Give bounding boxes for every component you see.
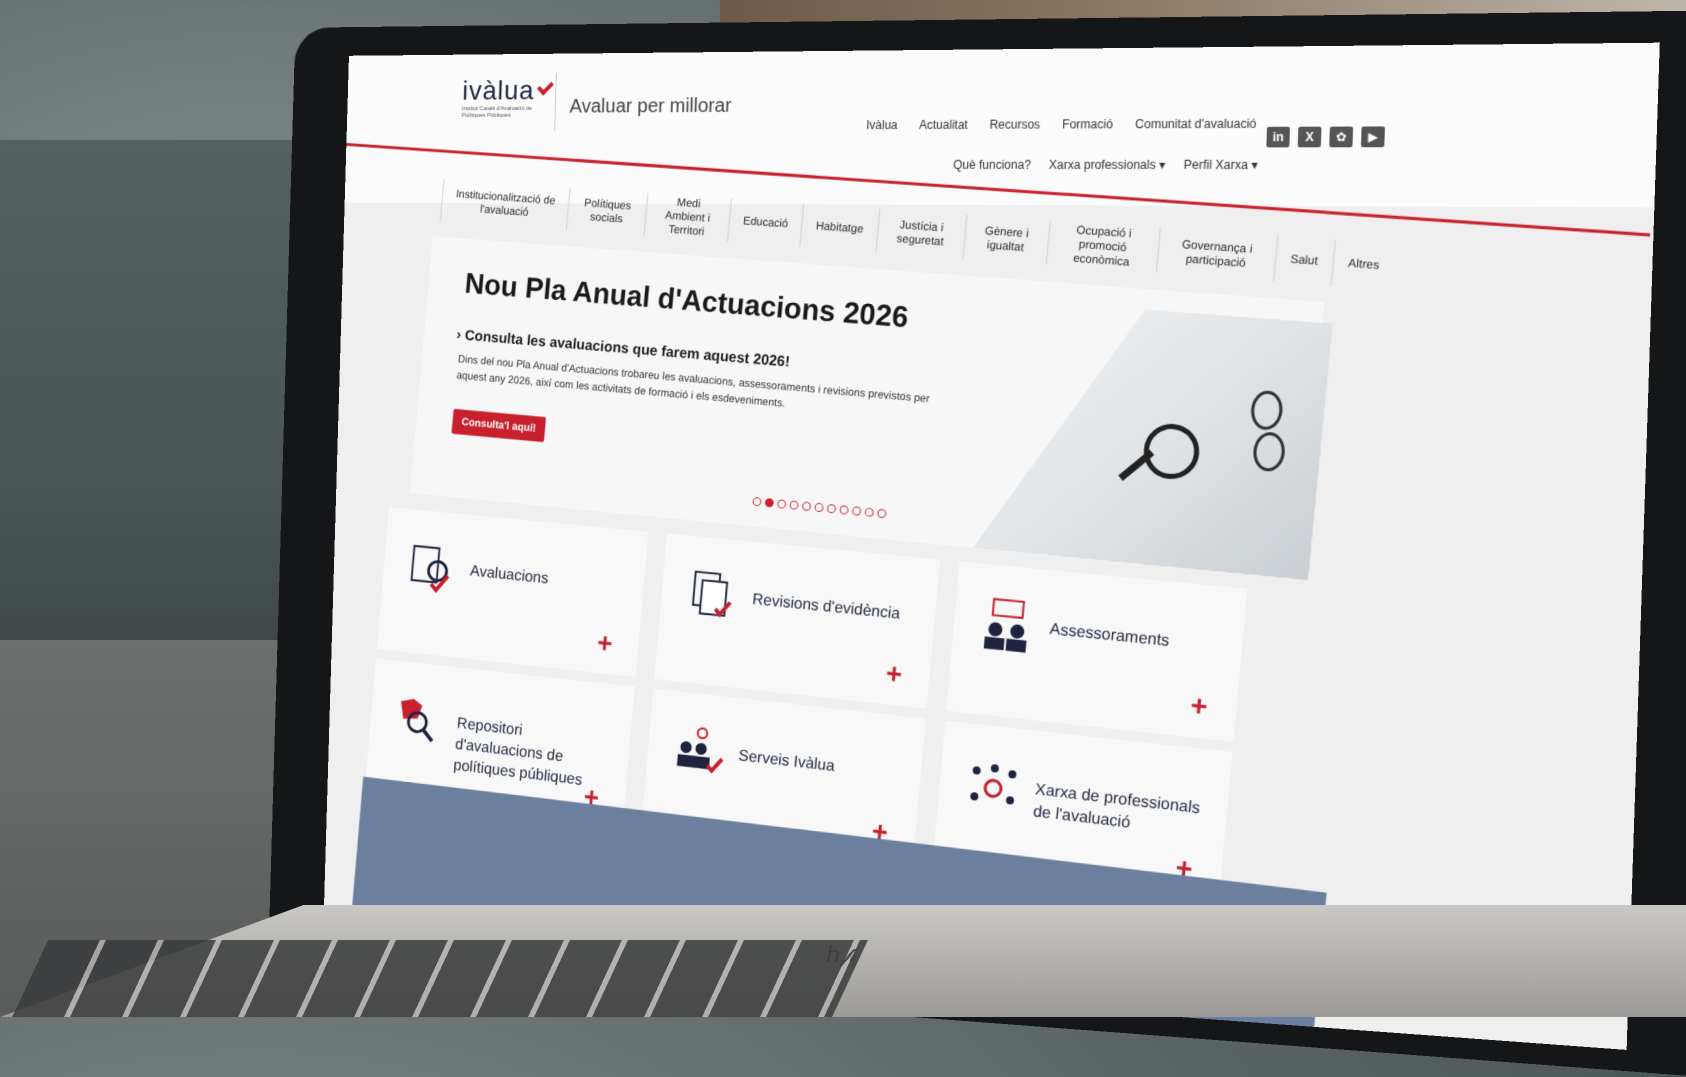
sub-nav: Què funciona? Xarxa professionals ▾ Perf… bbox=[953, 158, 1258, 172]
carousel-dot[interactable] bbox=[839, 505, 849, 515]
top-nav: Ivàlua Actualitat Recursos Formació Comu… bbox=[866, 117, 1257, 132]
x-icon[interactable]: X bbox=[1297, 126, 1322, 148]
consulta-button[interactable]: Consulta'l aquí! bbox=[451, 408, 547, 443]
linkedin-icon[interactable]: in bbox=[1266, 126, 1290, 148]
cat-altres[interactable]: Altres bbox=[1330, 239, 1397, 290]
carousel-dot[interactable] bbox=[877, 508, 887, 519]
cat-institucionalitzacio[interactable]: Institucionalització de l'avaluació bbox=[439, 179, 570, 231]
card-label: Xarxa de professionals de l'avaluació bbox=[1032, 781, 1201, 832]
nav-perfil-label: Perfil Xarxa bbox=[1183, 157, 1249, 173]
chevron-right-icon: › bbox=[455, 326, 462, 344]
carousel-dot[interactable] bbox=[851, 506, 862, 516]
plus-icon[interactable]: + bbox=[1183, 688, 1215, 726]
cat-habitatge[interactable]: Habitatge bbox=[799, 203, 879, 253]
network-people-icon bbox=[970, 763, 1017, 805]
site-header: ivàlua Institut Català d'Avaluació de Po… bbox=[344, 42, 1660, 208]
cat-governanca[interactable]: Governança i participació bbox=[1155, 228, 1277, 282]
cat-salut[interactable]: Salut bbox=[1272, 236, 1335, 286]
logo-divider bbox=[554, 73, 557, 131]
card-label: Revisions d'evidència bbox=[751, 591, 901, 623]
people-speech-icon bbox=[983, 596, 1038, 653]
cat-politiques-socials[interactable]: Polítiques socials bbox=[565, 187, 648, 236]
document-magnifier-icon bbox=[405, 540, 460, 598]
card-revisions[interactable]: Revisions d'evidència + bbox=[654, 533, 941, 709]
carousel-dot[interactable] bbox=[789, 500, 799, 510]
nav-perfil-xarxa[interactable]: Perfil Xarxa ▾ bbox=[1184, 158, 1258, 172]
nav-xarxa-professionals[interactable]: Xarxa professionals ▾ bbox=[1049, 158, 1166, 172]
nav-formacio[interactable]: Formació bbox=[1062, 117, 1113, 131]
chevron-down-icon: ▾ bbox=[1251, 157, 1258, 173]
carousel-dots bbox=[752, 496, 887, 519]
plus-icon[interactable]: + bbox=[879, 656, 910, 693]
carousel-dot[interactable] bbox=[864, 507, 874, 518]
cat-educacio[interactable]: Educació bbox=[726, 198, 804, 248]
laptop-screen: ivàlua Institut Català d'Avaluació de Po… bbox=[322, 42, 1660, 1050]
map-magnifier-icon bbox=[399, 697, 447, 750]
plus-icon[interactable]: + bbox=[590, 626, 619, 662]
chevron-down-icon: ▾ bbox=[1158, 157, 1166, 172]
nav-ivalua[interactable]: Ivàlua bbox=[866, 118, 898, 132]
hero-title: Nou Pla Anual d'Actuacions 2026 bbox=[463, 267, 910, 335]
carousel-dot[interactable] bbox=[814, 502, 824, 513]
team-gear-icon bbox=[676, 722, 727, 782]
cat-ocupacio[interactable]: Ocupació i promoció econòmica bbox=[1045, 220, 1160, 273]
card-label: Serveis Ivàlua bbox=[737, 747, 836, 776]
cat-medi-ambient[interactable]: Medi Ambient i Territori bbox=[643, 193, 731, 242]
check-icon bbox=[537, 77, 555, 96]
cat-genere[interactable]: Gènere i igualtat bbox=[961, 214, 1050, 265]
card-avaluacions[interactable]: Avaluacions + bbox=[376, 507, 649, 678]
card-label: Avaluacions bbox=[469, 562, 550, 588]
site-logo[interactable]: ivàlua Institut Català d'Avaluació de Po… bbox=[461, 75, 555, 120]
documents-check-icon bbox=[684, 567, 742, 627]
bluesky-icon[interactable]: ✿ bbox=[1329, 126, 1354, 148]
hp-logo: ℎ𝓅 bbox=[826, 942, 856, 967]
carousel-dot[interactable] bbox=[801, 501, 812, 512]
card-label: Assessoraments bbox=[1048, 620, 1171, 650]
nav-xarxa-label: Xarxa professionals bbox=[1048, 157, 1156, 172]
youtube-icon[interactable]: ▶ bbox=[1360, 126, 1385, 148]
logo-text: ivàlua bbox=[461, 75, 535, 106]
card-assessoraments[interactable]: Assessoraments + bbox=[946, 561, 1248, 742]
social-links: in X ✿ ▶ bbox=[1266, 126, 1385, 148]
cat-justicia[interactable]: Justícia i seguretat bbox=[874, 208, 967, 259]
nav-comunitat[interactable]: Comunitat d'avaluació bbox=[1135, 117, 1257, 132]
carousel-dot[interactable] bbox=[752, 496, 762, 507]
nav-actualitat[interactable]: Actualitat bbox=[919, 118, 968, 132]
carousel-dot[interactable] bbox=[776, 499, 787, 509]
nav-recursos[interactable]: Recursos bbox=[989, 117, 1040, 131]
carousel-dot[interactable] bbox=[826, 503, 837, 514]
tagline: Avaluar per millorar bbox=[569, 95, 732, 118]
logo-subtitle: Institut Català d'Avaluació de Polítique… bbox=[461, 105, 533, 119]
nav-que-funciona[interactable]: Què funciona? bbox=[953, 158, 1031, 172]
keyboard-keys bbox=[12, 940, 868, 1017]
carousel-dot[interactable] bbox=[764, 497, 774, 508]
